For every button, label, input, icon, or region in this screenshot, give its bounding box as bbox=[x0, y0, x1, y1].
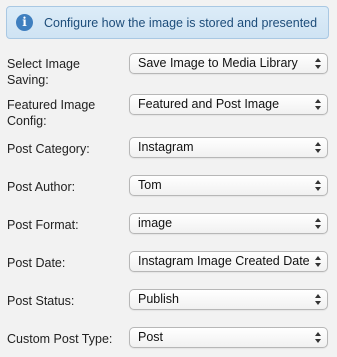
select-value: image bbox=[138, 216, 173, 230]
post-author-label: Post Author: bbox=[7, 180, 76, 194]
select-image-saving-label: Select Image Saving: bbox=[7, 57, 80, 87]
custom-post-type-label: Custom Post Type: bbox=[7, 332, 113, 346]
featured-image-config-label: Featured Image Config: bbox=[7, 98, 96, 128]
select-value: Save Image to Media Library bbox=[138, 56, 298, 70]
select-arrows-icon bbox=[315, 294, 321, 305]
post-author-select[interactable]: Tom bbox=[129, 175, 328, 196]
select-arrows-icon bbox=[315, 142, 321, 153]
select-arrows-icon bbox=[315, 332, 321, 343]
select-arrows-icon bbox=[315, 218, 321, 229]
select-value: Featured and Post Image bbox=[138, 97, 280, 111]
select-value: Tom bbox=[138, 178, 162, 192]
info-banner: i Configure how the image is stored and … bbox=[6, 6, 329, 39]
select-image-saving-select[interactable]: Save Image to Media Library bbox=[129, 53, 328, 74]
featured-image-config-select[interactable]: Featured and Post Image bbox=[129, 94, 328, 115]
select-arrows-icon bbox=[315, 99, 321, 110]
post-category-label: Post Category: bbox=[7, 142, 90, 156]
post-format-label: Post Format: bbox=[7, 218, 79, 232]
post-status-select[interactable]: Publish bbox=[129, 289, 328, 310]
post-date-select[interactable]: Instagram Image Created Date bbox=[129, 251, 328, 272]
post-status-label: Post Status: bbox=[7, 294, 75, 308]
post-date-label: Post Date: bbox=[7, 256, 66, 270]
select-value: Instagram Image Created Date bbox=[138, 254, 310, 268]
select-arrows-icon bbox=[315, 180, 321, 191]
info-icon: i bbox=[16, 14, 33, 31]
select-arrows-icon bbox=[315, 256, 321, 267]
select-value: Post bbox=[138, 330, 164, 344]
select-value: Publish bbox=[138, 292, 179, 306]
banner-text: Configure how the image is stored and pr… bbox=[44, 15, 318, 30]
custom-post-type-select[interactable]: Post bbox=[129, 327, 328, 348]
post-format-select[interactable]: image bbox=[129, 213, 328, 234]
select-value: Instagram bbox=[138, 140, 194, 154]
select-arrows-icon bbox=[315, 58, 321, 69]
post-category-select[interactable]: Instagram bbox=[129, 137, 328, 158]
